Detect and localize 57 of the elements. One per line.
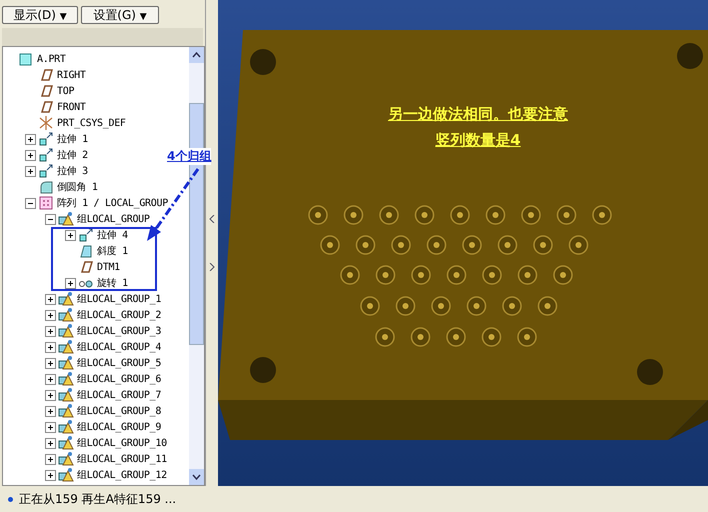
- expand-icon[interactable]: [45, 438, 56, 448]
- tree-item[interactable]: 组LOCAL_GROUP_1: [77, 292, 162, 306]
- annotation-text: 竖列数量是4: [435, 131, 521, 150]
- expand-icon[interactable]: [45, 422, 56, 432]
- tree-item[interactable]: 组LOCAL_GROUP_2: [77, 308, 162, 322]
- tree-item[interactable]: 组LOCAL_GROUP_10: [77, 436, 167, 450]
- menu-button[interactable]: 设置(G) ▼: [81, 6, 159, 24]
- expand-right-icon[interactable]: [209, 263, 215, 271]
- status-message: 正在从159 再生A特征159 ...: [19, 490, 176, 508]
- tree-item[interactable]: 组LOCAL_GROUP_8: [77, 404, 162, 418]
- expand-icon[interactable]: [45, 294, 56, 304]
- tree-item[interactable]: 组LOCAL_GROUP_7: [77, 388, 162, 402]
- expand-icon[interactable]: [45, 342, 56, 352]
- expand-icon[interactable]: [45, 326, 56, 336]
- tree-item[interactable]: 组LOCAL_GROUP_3: [77, 324, 162, 338]
- tree-item[interactable]: 拉伸 3: [57, 164, 88, 178]
- tree-item[interactable]: 组LOCAL_GROUP_11: [77, 452, 167, 466]
- annotation-text: 另一边做法相同。也要注意: [388, 105, 568, 124]
- expand-icon[interactable]: [25, 150, 36, 160]
- scroll-down-icon[interactable]: [189, 469, 204, 485]
- tree-item[interactable]: PRT_CSYS_DEF: [57, 118, 126, 128]
- tree-item[interactable]: 旋转 1: [97, 276, 128, 290]
- expand-icon[interactable]: [25, 134, 36, 144]
- tree-item[interactable]: 组LOCAL_GROUP: [77, 212, 150, 226]
- tree-item[interactable]: 拉伸 1: [57, 132, 88, 146]
- tree-item[interactable]: 组LOCAL_GROUP_9: [77, 420, 162, 434]
- tree-item[interactable]: TOP: [57, 86, 74, 96]
- tree-item[interactable]: 阵列 1 / LOCAL_GROUP: [57, 196, 168, 210]
- tree-item[interactable]: A.PRT: [37, 54, 66, 64]
- collapse-icon[interactable]: [25, 198, 36, 208]
- expand-icon[interactable]: [65, 230, 76, 240]
- scroll-up-icon[interactable]: [189, 47, 204, 63]
- collapse-left-icon[interactable]: [209, 215, 215, 223]
- expand-icon[interactable]: [45, 374, 56, 384]
- expand-icon[interactable]: [65, 278, 76, 288]
- tree-item[interactable]: FRONT: [57, 102, 86, 112]
- tree-item[interactable]: 组LOCAL_GROUP_6: [77, 372, 162, 386]
- tree-item[interactable]: 拉伸 4: [97, 228, 128, 242]
- tree-item[interactable]: 拉伸 2: [57, 148, 88, 162]
- tree-item[interactable]: 组LOCAL_GROUP_5: [77, 356, 162, 370]
- tree-item[interactable]: RIGHT: [57, 70, 86, 80]
- tree-item[interactable]: 组LOCAL_GROUP_4: [77, 340, 162, 354]
- expand-icon[interactable]: [45, 358, 56, 368]
- tree-item[interactable]: 斜度 1: [97, 244, 128, 258]
- tree-item[interactable]: 倒圆角 1: [57, 180, 98, 194]
- expand-icon[interactable]: [45, 454, 56, 464]
- tree-item[interactable]: 组LOCAL_GROUP_12: [77, 468, 167, 482]
- menu-button[interactable]: 显示(D) ▼: [2, 6, 78, 24]
- expand-icon[interactable]: [45, 390, 56, 400]
- expand-icon[interactable]: [25, 166, 36, 176]
- collapse-icon[interactable]: [45, 214, 56, 224]
- expand-icon[interactable]: [45, 310, 56, 320]
- expand-icon[interactable]: [45, 406, 56, 416]
- expand-icon[interactable]: [45, 470, 56, 480]
- callout-label: 4个归组: [167, 148, 212, 165]
- bullet-icon: [8, 496, 13, 502]
- tree-item[interactable]: DTM1: [97, 262, 120, 272]
